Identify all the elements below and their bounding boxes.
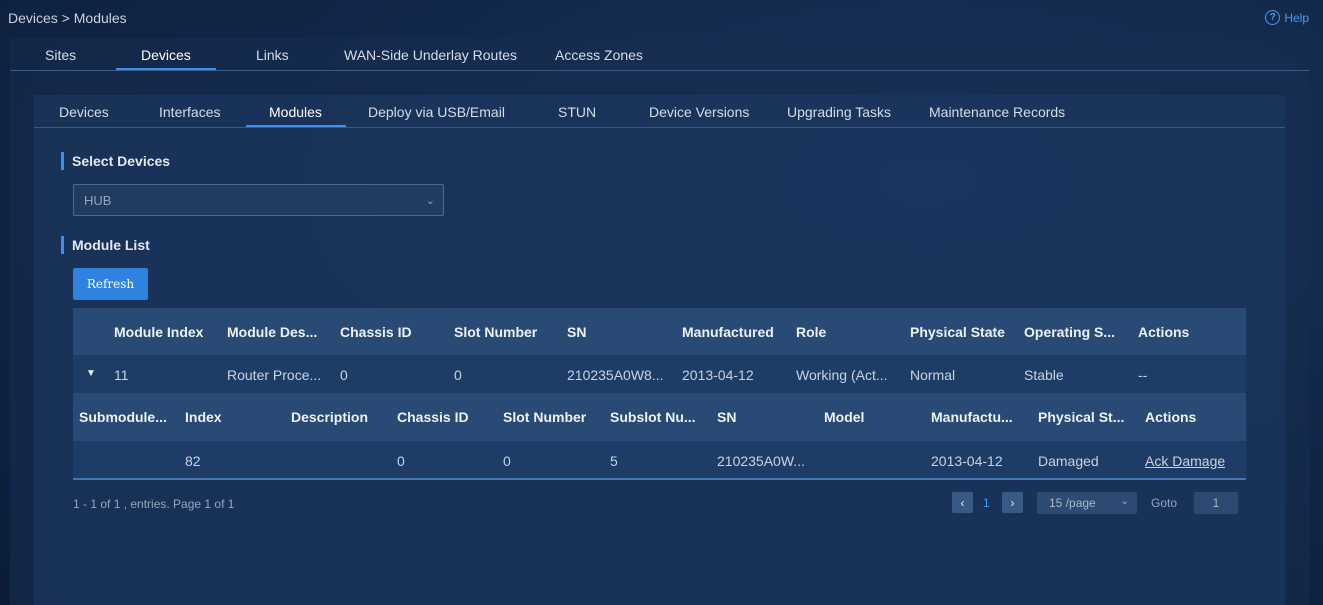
tab-wan-side-underlay-routes[interactable]: WAN-Side Underlay Routes [344,47,517,63]
table-cell: 210235A0W8... [567,367,664,383]
goto-input[interactable]: 1 [1194,492,1238,514]
submodule-table-header: Submodule... Index Description Chassis I… [73,393,1246,441]
column-header[interactable]: Manufactured [682,324,774,340]
table-cell: Damaged [1038,453,1099,469]
page-size-select[interactable]: 15 /page ⌄ [1037,492,1137,514]
modules-panel: Devices Interfaces Modules Deploy via US… [34,95,1285,605]
caret-down-icon[interactable]: ▼ [86,368,96,379]
table-cell: 2013-04-12 [682,367,754,383]
table-cell: 5 [610,453,618,469]
prev-page-button[interactable]: ‹ [952,492,973,513]
table-header: Module Index Module Des... Chassis ID Sl… [73,308,1246,355]
table-cell: 82 [185,453,201,469]
table-cell: 0 [340,367,348,383]
active-tab-indicator [116,68,216,70]
breadcrumb: Devices > Modules [8,10,127,26]
column-header[interactable]: Physical State [910,324,1005,340]
table-cell: 0 [397,453,405,469]
column-header[interactable]: SN [717,409,736,425]
select-devices-title: Select Devices [61,152,170,170]
table-row: ▼ 11 Router Proce... 0 0 210235A0W8... 2… [73,355,1246,393]
page-number[interactable]: 1 [983,496,990,510]
help-icon: ? [1265,10,1281,25]
column-header[interactable]: Actions [1138,324,1189,340]
tab-access-zones[interactable]: Access Zones [555,47,643,63]
table-cell: 2013-04-12 [931,453,1003,469]
next-page-button[interactable]: › [1002,492,1023,513]
column-header[interactable]: Role [796,324,826,340]
subtab-upgrading-tasks[interactable]: Upgrading Tasks [787,104,891,120]
column-header[interactable]: Module Index [114,324,203,340]
goto-label: Goto [1151,496,1178,510]
pagination-summary: 1 - 1 of 1 , entries. Page 1 of 1 [73,497,235,511]
device-select[interactable]: HUB ⌄ [73,184,444,216]
column-header[interactable]: Description [291,409,368,425]
table-cell: 11 [114,367,129,383]
module-list-title: Module List [61,236,150,254]
column-header[interactable]: Physical St... [1038,409,1138,425]
tab-sites[interactable]: Sites [45,47,76,63]
subtab-devices[interactable]: Devices [59,104,109,120]
subtab-device-versions[interactable]: Device Versions [649,104,749,120]
top-tabs: Sites Devices Links WAN-Side Underlay Ro… [10,38,1309,71]
table-cell: 0 [503,453,511,469]
table-cell: -- [1138,367,1148,383]
column-header[interactable]: Module Des... [227,324,332,340]
table-cell: Stable [1024,367,1064,383]
tab-links[interactable]: Links [256,47,289,63]
column-header[interactable]: Chassis ID [397,409,469,425]
column-header[interactable]: SN [567,324,586,340]
column-header[interactable]: Manufactu... [931,409,1031,425]
table-cell: Normal [910,367,956,383]
column-header[interactable]: Chassis ID [340,324,412,340]
tab-devices[interactable]: Devices [141,47,191,63]
column-header[interactable]: Index [185,409,222,425]
column-header[interactable]: Operating S... [1024,324,1129,340]
column-header[interactable]: Subslot Nu... [610,409,710,425]
ack-damage-link[interactable]: Ack Damage [1145,453,1225,469]
column-header[interactable]: Actions [1145,409,1196,425]
column-header[interactable]: Slot Number [454,324,537,340]
main-panel: Sites Devices Links WAN-Side Underlay Ro… [10,38,1309,605]
column-header[interactable]: Slot Number [503,409,586,425]
table-cell: 210235A0W... [717,453,805,469]
subtab-maintenance-records[interactable]: Maintenance Records [929,104,1065,120]
chevron-down-icon: ⌄ [1120,496,1129,507]
subtab-deploy-usb-email[interactable]: Deploy via USB/Email [368,104,505,120]
column-header[interactable]: Submodule... [79,409,179,425]
subtab-stun[interactable]: STUN [558,104,596,120]
active-subtab-indicator [246,125,346,127]
help-link[interactable]: ? Help [1265,10,1309,25]
module-table: Module Index Module Des... Chassis ID Sl… [73,308,1246,480]
refresh-button[interactable]: Refresh [73,268,148,300]
subtab-modules[interactable]: Modules [269,104,322,120]
page-size-value: 15 /page [1049,496,1096,510]
chevron-down-icon: ⌄ [425,195,435,207]
column-header[interactable]: Model [824,409,864,425]
help-label: Help [1284,10,1309,25]
submodule-row: 82 0 0 5 210235A0W... 2013-04-12 Damaged… [73,441,1246,480]
table-cell: 0 [454,367,462,383]
device-select-value: HUB [84,193,112,208]
table-cell: Router Proce... [227,367,322,383]
sub-tabs: Devices Interfaces Modules Deploy via US… [34,95,1285,128]
subtab-interfaces[interactable]: Interfaces [159,104,220,120]
table-cell: Working (Act... [796,367,888,383]
